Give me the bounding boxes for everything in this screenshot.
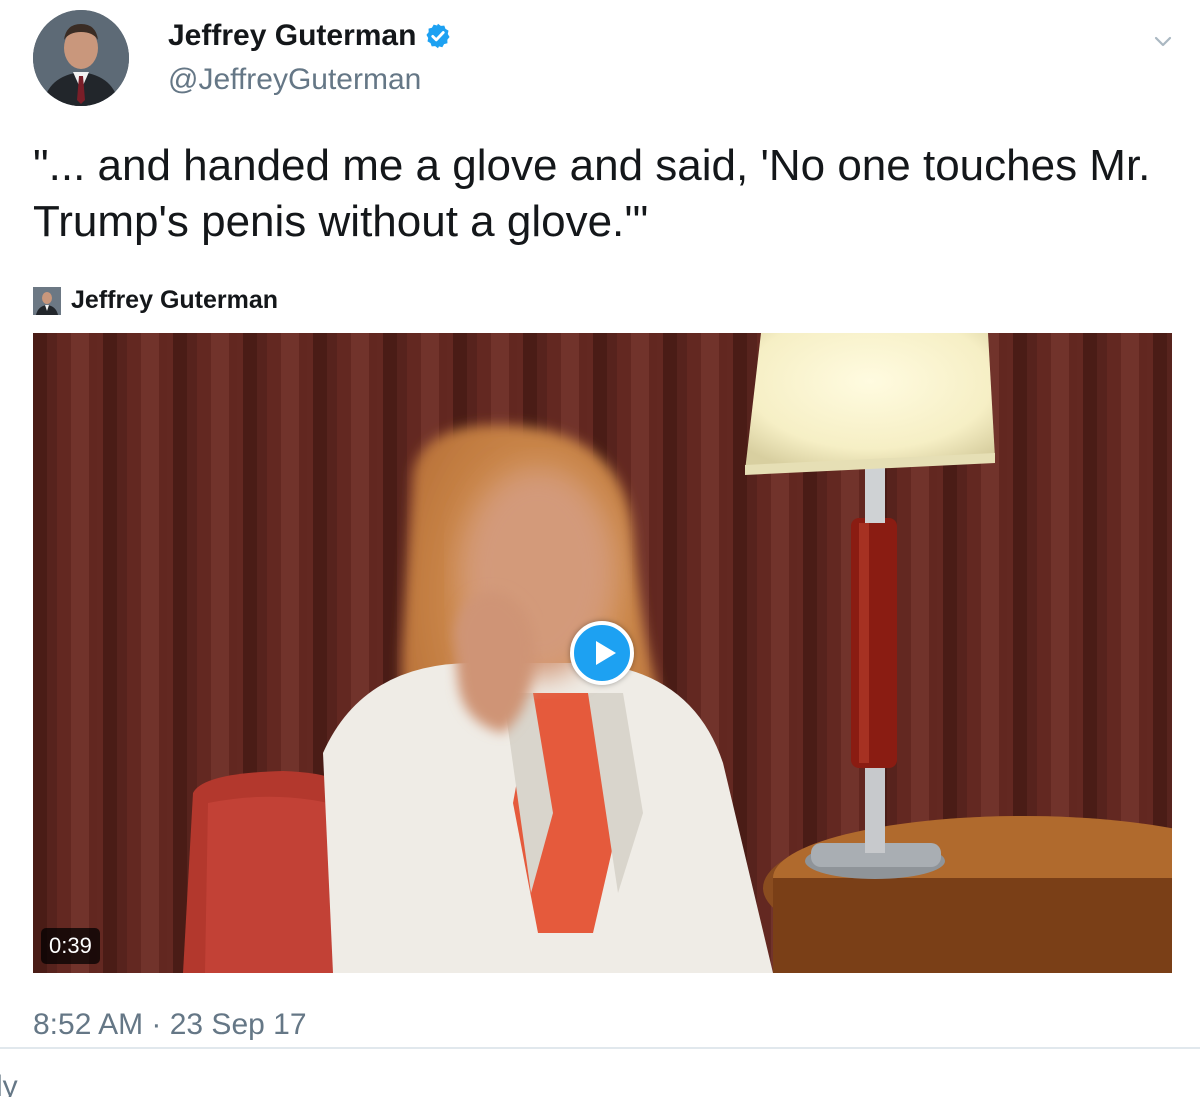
attribution-avatar — [33, 286, 61, 315]
tweet-text: "... and handed me a glove and said, 'No… — [33, 141, 1151, 246]
reply-action-label[interactable]: ly — [0, 1070, 18, 1097]
author-handle[interactable]: @JeffreyGuterman — [168, 63, 421, 97]
author-avatar[interactable] — [33, 10, 129, 106]
author-name[interactable]: Jeffrey Guterman — [168, 19, 416, 53]
media-attribution[interactable]: Jeffrey Guterman — [33, 286, 278, 315]
video-player[interactable]: 0:39 — [33, 333, 1172, 973]
play-button[interactable] — [570, 621, 634, 685]
profile-photo-icon — [33, 10, 129, 106]
attribution-name: Jeffrey Guterman — [71, 286, 279, 314]
verified-badge-icon — [426, 23, 450, 49]
profile-photo-icon — [33, 286, 61, 315]
chevron-down-icon[interactable] — [1150, 28, 1176, 54]
tweet-card: Jeffrey Guterman @JeffreyGuterman "... a… — [0, 0, 1200, 1097]
play-icon — [596, 641, 616, 665]
author-name-row: Jeffrey Guterman — [168, 19, 452, 53]
tweet-timestamp[interactable]: 8:52 AM · 23 Sep 17 — [33, 1008, 307, 1042]
video-duration-badge: 0:39 — [41, 928, 100, 964]
divider — [0, 1047, 1200, 1049]
